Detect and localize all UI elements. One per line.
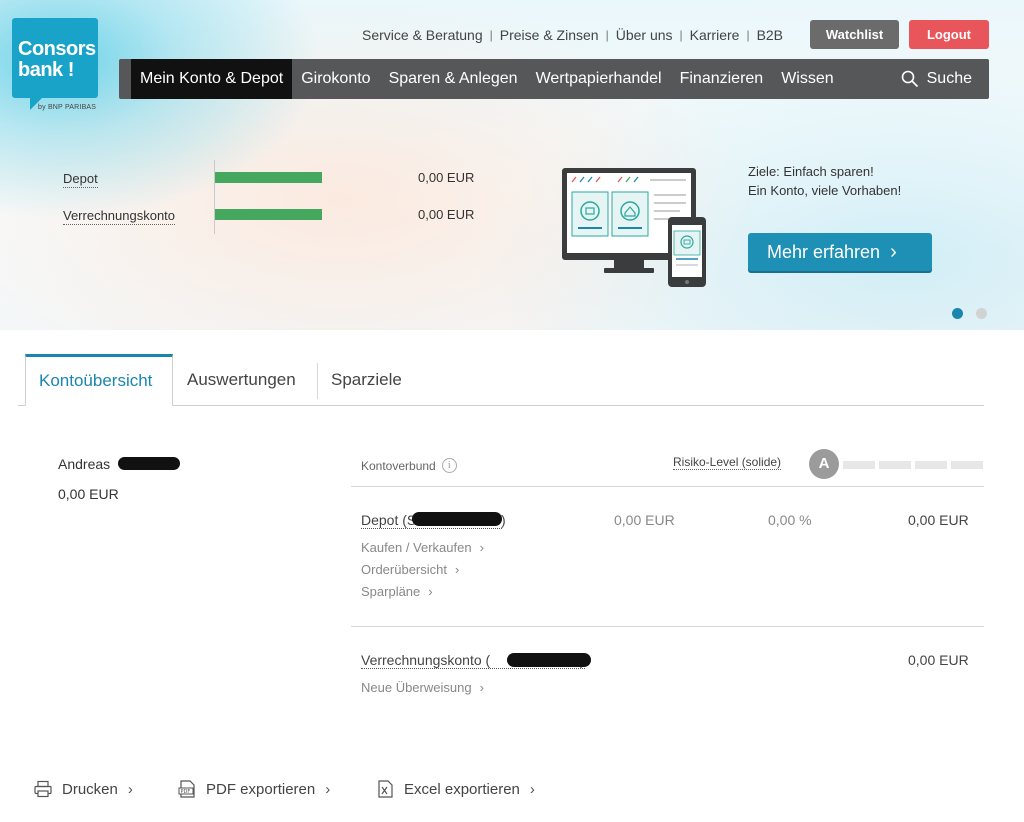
- svg-text:PDF: PDF: [181, 789, 191, 795]
- spreadsheet-icon: [378, 780, 393, 798]
- redaction-mark: [507, 653, 591, 667]
- risk-level-label[interactable]: Risiko-Level (solide): [673, 455, 782, 470]
- topnav-ueber-uns[interactable]: Über uns: [616, 27, 673, 43]
- summary-row-verrechnung: Verrechnungskonto: [63, 208, 176, 225]
- pdf-icon: PDF: [178, 780, 195, 798]
- divider: [351, 486, 984, 487]
- logout-button[interactable]: Logout: [909, 20, 989, 49]
- account-owner-name: Andreas: [58, 456, 111, 472]
- chevron-right-icon: ›: [325, 780, 331, 798]
- search-icon: [901, 70, 918, 88]
- watchlist-button[interactable]: Watchlist: [810, 20, 899, 49]
- kontoverbund-label: Kontoverbund: [361, 458, 436, 473]
- chevron-right-icon: ›: [127, 780, 133, 798]
- chevron-right-icon: ›: [890, 240, 897, 263]
- kontoverbund-header: Kontoverbund i: [361, 458, 457, 473]
- excel-export-label: Excel exportieren: [404, 780, 520, 798]
- verrechnung-total: 0,00 EUR: [908, 652, 969, 668]
- nav-wissen[interactable]: Wissen: [772, 59, 842, 99]
- summary-label-verrechnung[interactable]: Verrechnungskonto: [63, 208, 176, 225]
- risk-segment: [879, 461, 911, 469]
- account-owner-total: 0,00 EUR: [58, 486, 119, 502]
- summary-bar-verrechnung: [215, 209, 322, 220]
- nav-search[interactable]: Suche: [892, 59, 989, 99]
- pdf-export-label: PDF exportieren: [206, 780, 316, 798]
- printer-icon: [34, 780, 52, 798]
- summary-value-depot: 0,00 EUR: [418, 170, 475, 185]
- nav-wertpapierhandel[interactable]: Wertpapierhandel: [527, 59, 671, 99]
- tab-kontouebersicht[interactable]: Kontoübersicht: [25, 354, 173, 406]
- link-sparplaene[interactable]: Sparpläne ›: [361, 584, 433, 599]
- search-label: Suche: [926, 70, 972, 87]
- print-label: Drucken: [62, 780, 118, 798]
- top-navigation: Service & Beratung | Preise & Zinsen | Ü…: [362, 26, 783, 44]
- risk-segment: [915, 461, 947, 469]
- nav-mein-konto-depot[interactable]: Mein Konto & Depot: [131, 59, 293, 99]
- tab-auswertungen[interactable]: Auswertungen: [187, 354, 296, 406]
- mehr-erfahren-button[interactable]: Mehr erfahren ›: [748, 233, 932, 271]
- promo-line2: Ein Konto, viele Vorhaben!: [748, 183, 902, 198]
- link-label: Orderübersicht: [361, 562, 447, 577]
- nav-girokonto[interactable]: Girokonto: [292, 59, 379, 99]
- depot-value: 0,00 EUR: [614, 512, 675, 528]
- redaction-mark: [118, 457, 180, 470]
- link-neue-ueberweisung[interactable]: Neue Überweisung ›: [361, 680, 484, 695]
- logo-text-line1: Consors: [18, 38, 96, 60]
- topnav-b2b[interactable]: B2B: [757, 27, 783, 43]
- chevron-right-icon: ›: [479, 540, 484, 555]
- topnav-separator: |: [679, 28, 683, 42]
- consorsbank-logo[interactable]: Consors bank ! by BNP PARIBAS: [12, 18, 98, 114]
- redaction-mark: [412, 512, 502, 526]
- topnav-separator: |: [746, 28, 750, 42]
- topnav-separator: |: [605, 28, 609, 42]
- link-label: Kaufen / Verkaufen: [361, 540, 472, 555]
- risk-segment: [843, 461, 875, 469]
- nav-finanzieren[interactable]: Finanzieren: [671, 59, 773, 99]
- risk-segment: [951, 461, 983, 469]
- print-action[interactable]: Drucken ›: [34, 780, 133, 798]
- topnav-service[interactable]: Service & Beratung: [362, 27, 483, 43]
- main-navigation: Mein Konto & Depot Girokonto Sparen & An…: [119, 59, 989, 99]
- devices-illustration: [562, 168, 706, 287]
- link-label: Sparpläne: [361, 584, 421, 599]
- logo-subtext: by BNP PARIBAS: [38, 104, 97, 111]
- mehr-erfahren-label: Mehr erfahren: [767, 241, 881, 262]
- pdf-export-action[interactable]: PDF PDF exportieren ›: [178, 780, 330, 798]
- link-orderuebersicht[interactable]: Orderübersicht ›: [361, 562, 459, 577]
- topnav-preise[interactable]: Preise & Zinsen: [500, 27, 599, 43]
- promo-line1: Ziele: Einfach sparen!: [748, 164, 874, 179]
- topnav-karriere[interactable]: Karriere: [690, 27, 740, 43]
- excel-export-action[interactable]: Excel exportieren ›: [376, 780, 535, 798]
- nav-sparen-anlegen[interactable]: Sparen & Anlegen: [380, 59, 527, 99]
- summary-row-depot: Depot: [63, 171, 98, 188]
- chevron-right-icon: ›: [454, 562, 460, 577]
- link-kaufen-verkaufen[interactable]: Kaufen / Verkaufen ›: [361, 540, 484, 555]
- topnav-separator: |: [489, 28, 493, 42]
- depot-total: 0,00 EUR: [908, 512, 969, 528]
- chevron-right-icon: ›: [529, 780, 535, 798]
- chevron-right-icon: ›: [479, 680, 484, 695]
- tab-sparziele[interactable]: Sparziele: [331, 354, 402, 406]
- divider: [351, 626, 984, 627]
- risk-level-badge: A: [809, 449, 839, 479]
- summary-bar-depot: [215, 172, 322, 183]
- logo-text-line2: bank !: [18, 59, 74, 81]
- chevron-right-icon: ›: [428, 584, 433, 599]
- tab-separator: [317, 363, 318, 399]
- carousel-dot-2[interactable]: [976, 308, 987, 319]
- summary-label-depot[interactable]: Depot: [63, 171, 98, 188]
- carousel-dot-1[interactable]: [952, 308, 963, 319]
- depot-percent: 0,00 %: [768, 512, 812, 528]
- summary-value-verrechnung: 0,00 EUR: [418, 207, 475, 222]
- link-label: Neue Überweisung: [361, 680, 472, 695]
- verrechnung-name-prefix: Verrechnungskonto (: [361, 652, 491, 668]
- depot-name-prefix: Depot (S: [361, 512, 417, 528]
- info-icon[interactable]: i: [441, 458, 457, 473]
- promo-text: Ziele: Einfach sparen! Ein Konto, viele …: [748, 162, 901, 200]
